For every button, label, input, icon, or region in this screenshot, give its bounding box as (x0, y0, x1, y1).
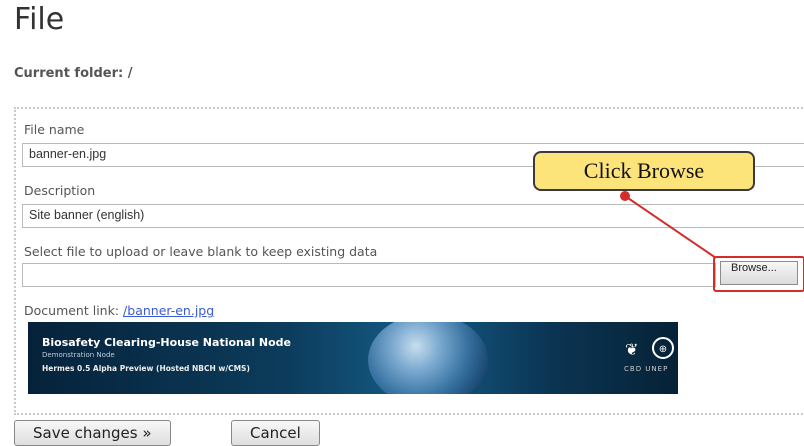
document-link-row: Document link: /banner-en.jpg (24, 303, 214, 318)
banner-orgs: CBD UNEP (624, 365, 669, 373)
description-field[interactable]: Site banner (english) (22, 204, 804, 228)
page-title: File (14, 2, 65, 37)
description-label: Description (24, 183, 96, 198)
banner-title: Biosafety Clearing-House National Node (42, 336, 291, 349)
click-browse-callout: Click Browse (533, 151, 755, 191)
file-name-label: File name (24, 122, 85, 137)
upload-label: Select file to upload or leave blank to … (24, 244, 378, 259)
un-emblem-icon: ⊕ (652, 337, 674, 359)
document-link[interactable]: /banner-en.jpg (123, 303, 214, 318)
banner-subtitle: Demonstration Node (42, 351, 115, 359)
browse-highlight (713, 256, 804, 292)
cancel-button[interactable]: Cancel (231, 420, 320, 446)
current-folder: Current folder: / (14, 66, 133, 81)
upload-file-field[interactable] (22, 263, 716, 287)
document-link-label: Document link: (24, 303, 120, 318)
save-changes-button[interactable]: Save changes » (14, 420, 171, 446)
banner-image: Biosafety Clearing-House National Node D… (28, 322, 678, 394)
globe-icon (368, 322, 488, 394)
banner-tagline: Hermes 0.5 Alpha Preview (Hosted NBCH w/… (42, 364, 250, 373)
plant-icon: ❦ (625, 340, 639, 359)
